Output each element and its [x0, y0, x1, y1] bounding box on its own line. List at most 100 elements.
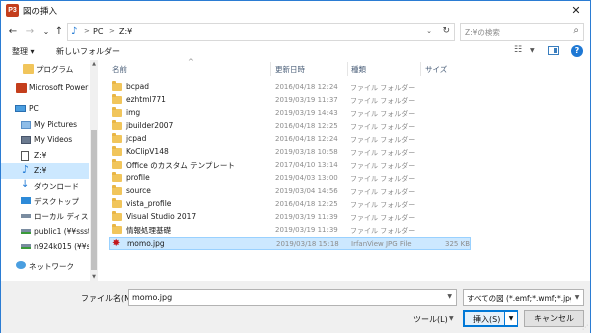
breadcrumb-separator[interactable]: > [84, 27, 90, 35]
file-date: 2016/04/18 12:25 [275, 200, 338, 208]
filename-dropdown-icon[interactable]: ▼ [447, 293, 452, 300]
address-dropdown-icon[interactable]: ⌄ [426, 27, 432, 35]
up-arrow-icon[interactable]: ↑ [52, 25, 66, 39]
view-options-icon[interactable]: ☷ [514, 45, 526, 56]
sidebar-item-programs[interactable]: プログラム [1, 61, 89, 77]
insert-button-label: 挿入(S) [473, 315, 501, 324]
forward-arrow-icon[interactable]: → [23, 25, 37, 39]
network-drive-icon [21, 229, 31, 234]
file-date: 2019/03/19 11:39 [275, 226, 338, 234]
file-row-visual-studio-2017[interactable]: Visual Studio 2017 2019/03/19 11:39 ファイル… [109, 211, 471, 224]
file-row-office-templates[interactable]: Office のカスタム テンプレート 2017/04/10 13:14 ファイ… [109, 159, 471, 172]
organize-menu[interactable]: 整理 ▾ [12, 46, 35, 57]
file-row-profile[interactable]: profile 2019/04/03 13:00 ファイル フォルダー [109, 172, 471, 185]
file-row-jcpad[interactable]: jcpad 2016/04/18 12:24 ファイル フォルダー [109, 133, 471, 146]
sidebar-item-label: public1 (¥¥ssst0 [34, 227, 89, 236]
file-row-momo-jpg[interactable]: ✸ momo.jpg 2019/03/18 15:18 IrfanView JP… [109, 237, 471, 250]
tools-dropdown-icon[interactable]: ▼ [449, 315, 454, 322]
file-date: 2019/03/04 14:56 [275, 187, 338, 195]
filter-dropdown-icon[interactable]: ▼ [571, 290, 583, 305]
sidebar-item-downloads[interactable]: ↓ ダウンロード [1, 178, 89, 194]
column-header-date[interactable]: 更新日時 [275, 64, 305, 75]
file-row-bcpad[interactable]: bcpad 2016/04/18 12:24 ファイル フォルダー [109, 81, 471, 94]
help-icon[interactable]: ? [571, 45, 583, 57]
sidebar-item-local-disk[interactable]: ローカル ディスク (C [1, 208, 89, 224]
column-divider[interactable] [347, 62, 348, 76]
file-date: 2016/04/18 12:24 [275, 83, 338, 91]
insert-button[interactable]: 挿入(S) ▼ [463, 310, 518, 327]
network-drive-icon [21, 244, 31, 249]
breadcrumb-z-drive[interactable]: Z:¥ [119, 27, 132, 36]
powerpoint-icon [16, 83, 27, 93]
filename-input[interactable]: momo.jpg ▼ [128, 289, 457, 306]
navigation-pane: プログラム Microsoft PowerP PC My Pictures My… [1, 60, 99, 281]
sidebar-item-network[interactable]: ネットワーク [1, 258, 89, 274]
file-type: ファイル フォルダー [350, 97, 416, 105]
drive-icon [21, 151, 29, 161]
scroll-up-arrow-icon[interactable]: ▲ [90, 61, 98, 67]
file-date: 2017/04/10 13:14 [275, 161, 338, 169]
file-row-vista-profile[interactable]: vista_profile 2016/04/18 12:25 ファイル フォルダ… [109, 198, 471, 211]
refresh-icon[interactable]: ↻ [442, 26, 450, 36]
file-row-ezhtml771[interactable]: ezhtml771 2019/03/19 11:37 ファイル フォルダー [109, 94, 471, 107]
folder-icon [112, 94, 122, 104]
sidebar-item-label: n924k015 (¥¥ssst [34, 242, 89, 251]
file-name: source [126, 186, 151, 195]
view-dropdown-icon[interactable]: ▼ [530, 47, 535, 54]
column-header-size[interactable]: サイズ [425, 64, 447, 75]
recent-locations-chevron-icon[interactable]: ⌄ [39, 25, 53, 39]
cancel-button[interactable]: キャンセル [524, 310, 584, 327]
insert-options-dropdown-icon[interactable]: ▼ [504, 312, 517, 325]
scrollbar-thumb[interactable] [91, 130, 97, 270]
file-type-filter-value: すべての図 (*.emf;*.wmf;*.jpg;*.j [467, 294, 584, 303]
sidebar-item-label: ローカル ディスク (C [34, 212, 89, 221]
file-name: momo.jpg [127, 239, 165, 248]
music-note-icon: ♪ [71, 26, 78, 37]
search-box[interactable]: Z:¥の検索 ⌕ [460, 23, 584, 41]
file-row-joho-shori-kiso[interactable]: 情報処理基礎 2019/03/19 11:39 ファイル フォルダー [109, 224, 471, 237]
file-row-img[interactable]: img 2019/03/19 14:43 ファイル フォルダー [109, 107, 471, 120]
file-date: 2016/04/18 12:24 [275, 135, 338, 143]
sidebar-item-n924k015[interactable]: n924k015 (¥¥ssst [1, 239, 89, 255]
file-name: 情報処理基礎 [126, 226, 171, 235]
new-folder-button[interactable]: 新しいフォルダー [56, 46, 120, 57]
column-header-name[interactable]: 名前 [112, 64, 127, 75]
resize-grip-icon[interactable]: ⋰ [582, 324, 588, 331]
scroll-down-arrow-icon[interactable]: ▼ [90, 274, 98, 280]
folder-icon [112, 159, 122, 169]
file-name: KoClipV148 [126, 147, 169, 156]
sidebar-item-my-pictures[interactable]: My Pictures [1, 117, 89, 133]
sidebar-item-powerpoint[interactable]: Microsoft PowerP [1, 80, 89, 96]
folder-icon [112, 198, 122, 208]
sidebar-item-z-drive[interactable]: Z:¥ [1, 148, 89, 164]
file-row-jbuilder2007[interactable]: jbuilder2007 2016/04/18 12:25 ファイル フォルダー [109, 120, 471, 133]
file-type: IrfanView JPG File [351, 240, 412, 248]
column-divider[interactable] [420, 62, 421, 76]
file-row-koclipv148[interactable]: KoClipV148 2019/03/18 10:58 ファイル フォルダー [109, 146, 471, 159]
close-button[interactable]: ✕ [562, 1, 590, 21]
sidebar-item-label: プログラム [36, 65, 74, 74]
sidebar-item-desktop[interactable]: デスクトップ [1, 193, 89, 209]
file-type-filter[interactable]: すべての図 (*.emf;*.wmf;*.jpg;*.j ▼ [463, 289, 584, 306]
sort-ascending-icon: ^ [188, 58, 194, 66]
folder-icon [112, 81, 122, 91]
file-date: 2019/03/19 11:37 [275, 96, 338, 104]
sidebar-item-pc[interactable]: PC [1, 101, 89, 117]
column-divider[interactable] [270, 62, 271, 76]
sidebar-item-public1[interactable]: public1 (¥¥ssst0 [1, 224, 89, 240]
sidebar-item-my-videos[interactable]: My Videos [1, 132, 89, 148]
file-name: Visual Studio 2017 [126, 212, 197, 221]
search-icon[interactable]: ⌕ [573, 25, 579, 36]
column-header-type[interactable]: 種類 [351, 64, 366, 75]
file-row-source[interactable]: source 2019/03/04 14:56 ファイル フォルダー [109, 185, 471, 198]
sidebar-item-z-music[interactable]: ♪ Z:¥ [1, 163, 89, 179]
address-bar[interactable]: ♪ > PC > Z:¥ ⌄ ↻ [67, 23, 455, 41]
breadcrumb-separator[interactable]: > [109, 27, 115, 35]
navigation-pane-scrollbar[interactable]: ▲ ▼ [90, 60, 98, 281]
preview-pane-icon[interactable] [548, 46, 559, 55]
sidebar-item-label: My Videos [34, 135, 73, 144]
back-arrow-icon[interactable]: ← [6, 25, 20, 39]
file-name: jbuilder2007 [126, 121, 174, 130]
tools-menu-button[interactable]: ツール(L) [413, 314, 448, 325]
breadcrumb-pc[interactable]: PC [93, 27, 103, 36]
